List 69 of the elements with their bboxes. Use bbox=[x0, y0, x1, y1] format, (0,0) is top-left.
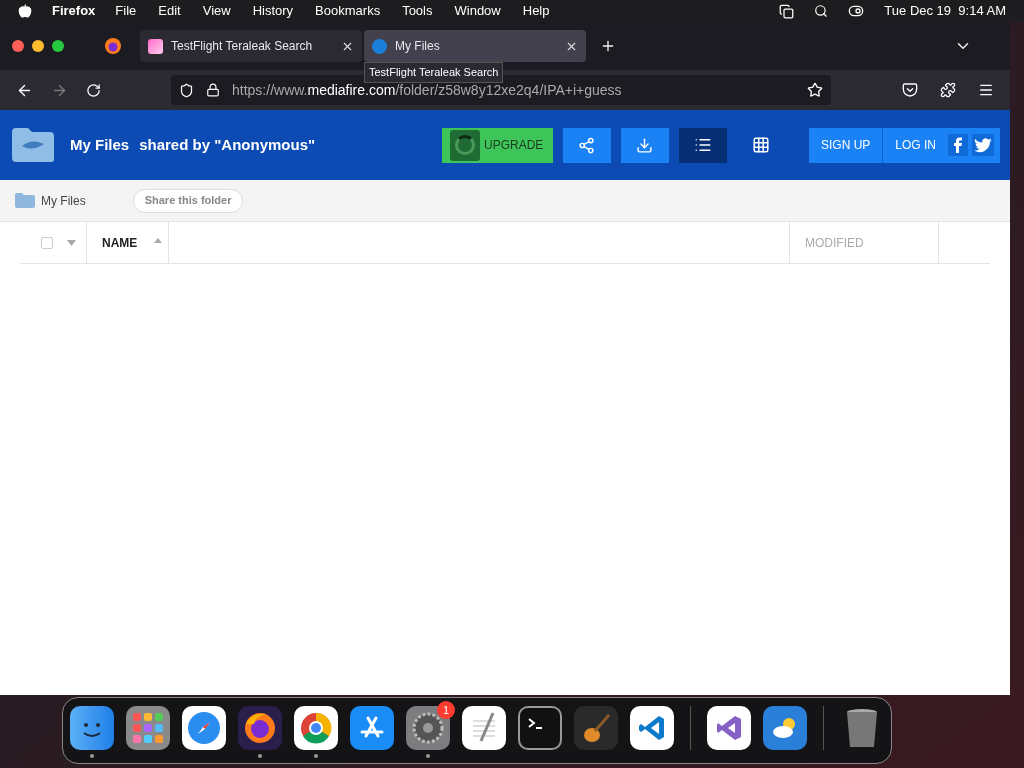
folder-icon bbox=[15, 193, 35, 208]
shield-icon[interactable] bbox=[179, 82, 194, 98]
notification-badge: 1 bbox=[437, 701, 455, 719]
tooltip: TestFlight Teraleak Search bbox=[364, 62, 504, 83]
menu-item[interactable]: Tools bbox=[402, 1, 433, 21]
menu-icon[interactable] bbox=[978, 82, 994, 98]
weather-icon[interactable] bbox=[763, 706, 807, 750]
app-menu[interactable]: Firefox bbox=[52, 1, 96, 21]
url-text: https://www.mediafire.com/folder/z58w8y12xe2q4/IPA+i+guess bbox=[232, 80, 622, 100]
twitter-icon[interactable] bbox=[972, 134, 994, 156]
list-view-button[interactable] bbox=[678, 127, 727, 163]
apple-icon[interactable] bbox=[18, 4, 32, 18]
app-store-icon[interactable] bbox=[350, 706, 394, 750]
code-editor-icon[interactable] bbox=[630, 706, 674, 750]
search-icon[interactable] bbox=[814, 4, 829, 18]
loading-spinner-icon bbox=[449, 129, 480, 161]
share-folder-button[interactable]: Share this folder bbox=[132, 188, 244, 213]
extensions-icon[interactable] bbox=[940, 82, 956, 98]
facebook-icon[interactable] bbox=[948, 134, 968, 156]
menu-item[interactable]: View bbox=[202, 1, 231, 21]
menu-item[interactable]: Bookmarks bbox=[315, 1, 381, 21]
column-header[interactable]: NAME bbox=[102, 233, 138, 252]
sign-up-button[interactable]: SIGN UP bbox=[808, 127, 884, 163]
control-center-icon[interactable] bbox=[848, 3, 865, 19]
firefox-icon[interactable] bbox=[238, 706, 282, 750]
menu-item[interactable]: Help bbox=[522, 1, 550, 21]
browser-tab[interactable]: My Files bbox=[364, 30, 586, 62]
grid-icon bbox=[751, 136, 770, 154]
screen-mirroring-icon[interactable] bbox=[779, 3, 795, 19]
folder-icon bbox=[10, 126, 56, 164]
select-all-checkbox[interactable] bbox=[41, 236, 53, 249]
upgrade-button[interactable]: UPGRADE bbox=[441, 127, 553, 163]
tab-title: TestFlight Teraleak Search bbox=[171, 38, 314, 55]
firefox-icon[interactable] bbox=[104, 37, 122, 55]
menu-item[interactable]: History bbox=[252, 1, 294, 21]
download-icon bbox=[636, 136, 654, 154]
log-in-button[interactable]: LOG IN bbox=[883, 127, 948, 163]
finder-icon[interactable] bbox=[70, 706, 114, 750]
lock-icon bbox=[206, 83, 220, 97]
menu-item[interactable]: Window bbox=[454, 1, 501, 21]
zoom-window-button[interactable] bbox=[52, 40, 64, 52]
visual-studio-icon[interactable] bbox=[707, 706, 751, 750]
guitar-icon[interactable] bbox=[574, 706, 618, 750]
list-icon bbox=[693, 136, 712, 154]
chrome-icon[interactable] bbox=[294, 706, 338, 750]
terminal-icon[interactable] bbox=[518, 706, 562, 750]
gear-icon[interactable] bbox=[406, 706, 450, 750]
menu-item[interactable]: Edit bbox=[158, 1, 181, 21]
pocket-icon[interactable] bbox=[902, 82, 918, 98]
menu-clock: Tue Dec 19 9:14 AM bbox=[884, 2, 1006, 21]
share-icon bbox=[578, 136, 596, 154]
new-tab-icon[interactable] bbox=[600, 38, 616, 54]
tab-favicon bbox=[148, 38, 163, 54]
browser-tab[interactable]: TestFlight Teraleak Search bbox=[140, 30, 362, 62]
reload-icon[interactable] bbox=[86, 82, 101, 98]
notepad-icon[interactable] bbox=[462, 706, 506, 750]
compass-icon[interactable] bbox=[182, 706, 226, 750]
close-window-button[interactable] bbox=[12, 40, 24, 52]
download-button[interactable] bbox=[620, 127, 669, 163]
share-button[interactable] bbox=[562, 127, 611, 163]
minimize-window-button[interactable] bbox=[32, 40, 44, 52]
launchpad-icon[interactable] bbox=[126, 706, 170, 750]
shared-by-text: shared by "Anonymous" bbox=[139, 134, 316, 155]
tab-favicon bbox=[372, 38, 387, 54]
folder-title: My Files bbox=[70, 134, 130, 155]
menu-item[interactable]: File bbox=[115, 1, 137, 21]
breadcrumb-item[interactable]: My Files bbox=[41, 191, 86, 210]
tab-title: My Files bbox=[395, 38, 441, 55]
bookmark-star-icon[interactable] bbox=[807, 82, 823, 98]
